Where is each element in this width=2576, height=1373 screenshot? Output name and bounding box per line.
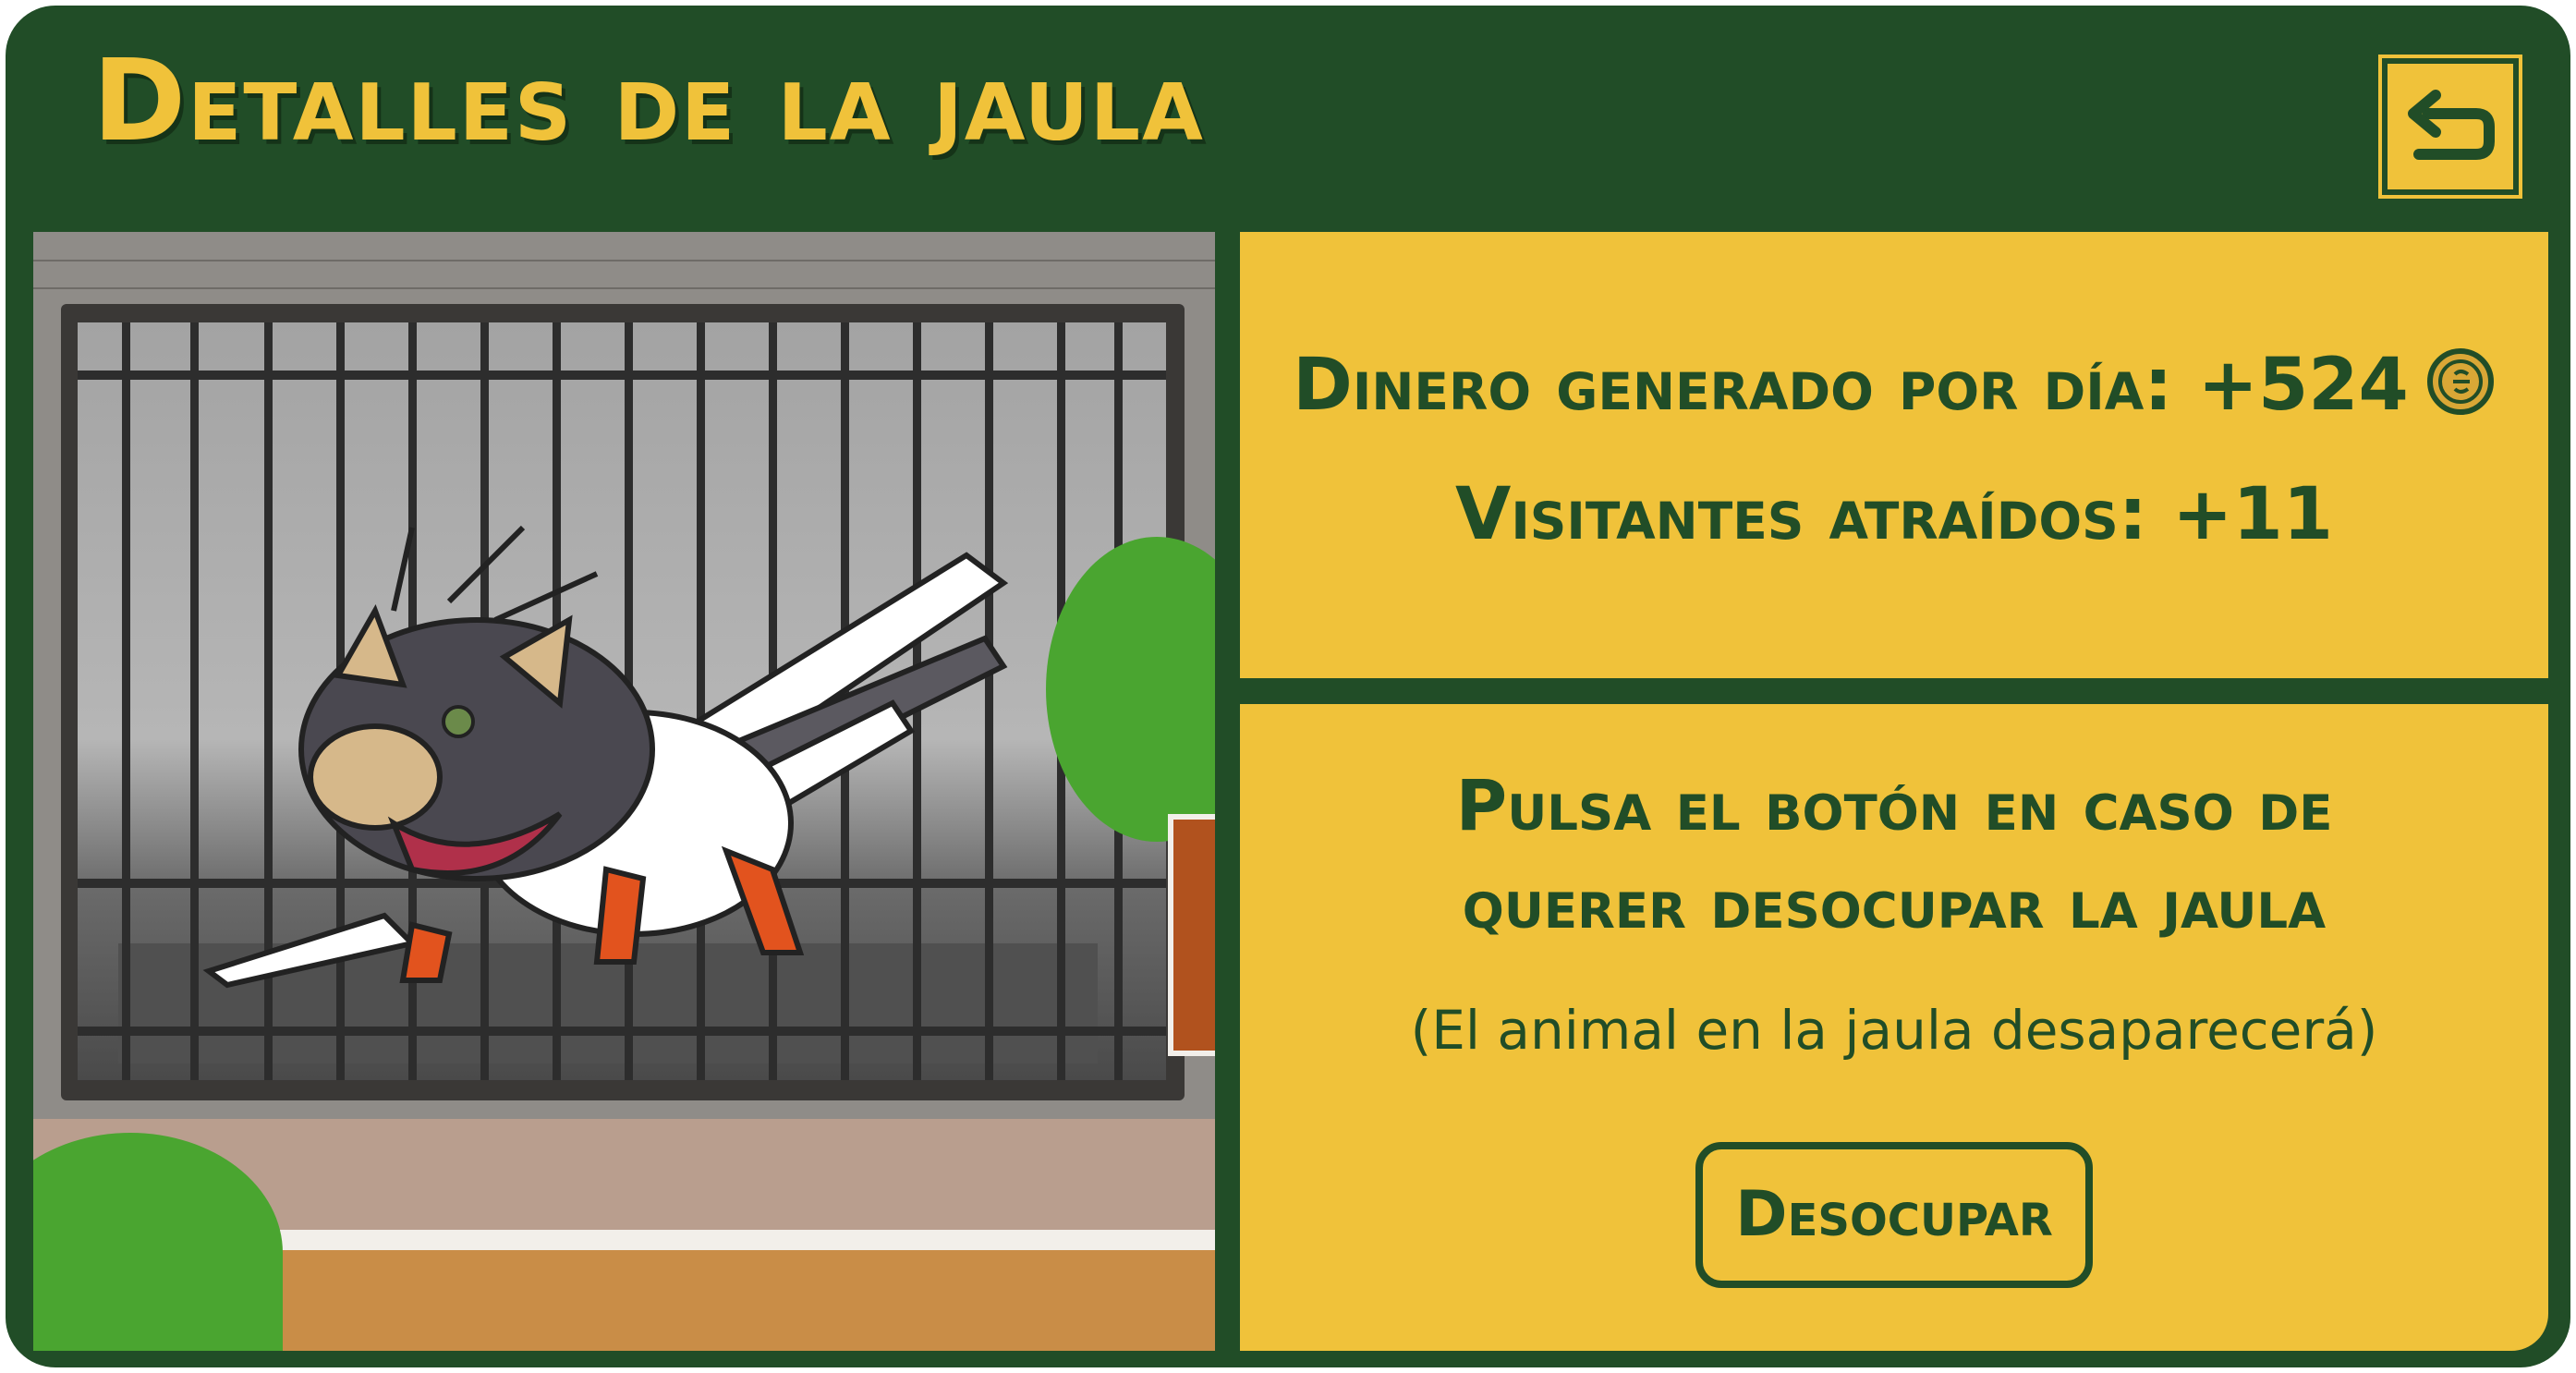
return-arrow-icon xyxy=(2408,90,2495,160)
cage-scene-image xyxy=(33,232,1215,1351)
coin-icon xyxy=(2426,348,2494,415)
vacate-button[interactable]: Desocupar xyxy=(1695,1142,2093,1288)
window-title: Detalles de la jaula xyxy=(92,35,1205,166)
back-button[interactable] xyxy=(2382,58,2519,195)
animal-creature xyxy=(202,525,1009,989)
money-stat: Dinero generado por día: +524 xyxy=(1240,339,2548,431)
cage-details-window: Detalles de la jaula Dinero generado por… xyxy=(6,6,2570,1367)
stats-panel: Dinero generado por día: +524 Visitantes… xyxy=(1240,232,2548,678)
visitors-stat: Visitantes atraídos: +11 xyxy=(1454,473,2334,556)
vacate-prompt-line-1: Pulsa el botón en caso de xyxy=(1455,764,2333,846)
sign-post xyxy=(1168,814,1215,1056)
vacate-warning-note: (El animal en la jaula desaparecerá) xyxy=(1410,999,2378,1062)
money-stat-label: Dinero generado por día: +524 xyxy=(1293,344,2409,427)
vacate-prompt-line-2: querer desocupar la jaula xyxy=(1462,862,2327,944)
vacate-panel: Pulsa el botón en caso de querer desocup… xyxy=(1240,704,2548,1351)
